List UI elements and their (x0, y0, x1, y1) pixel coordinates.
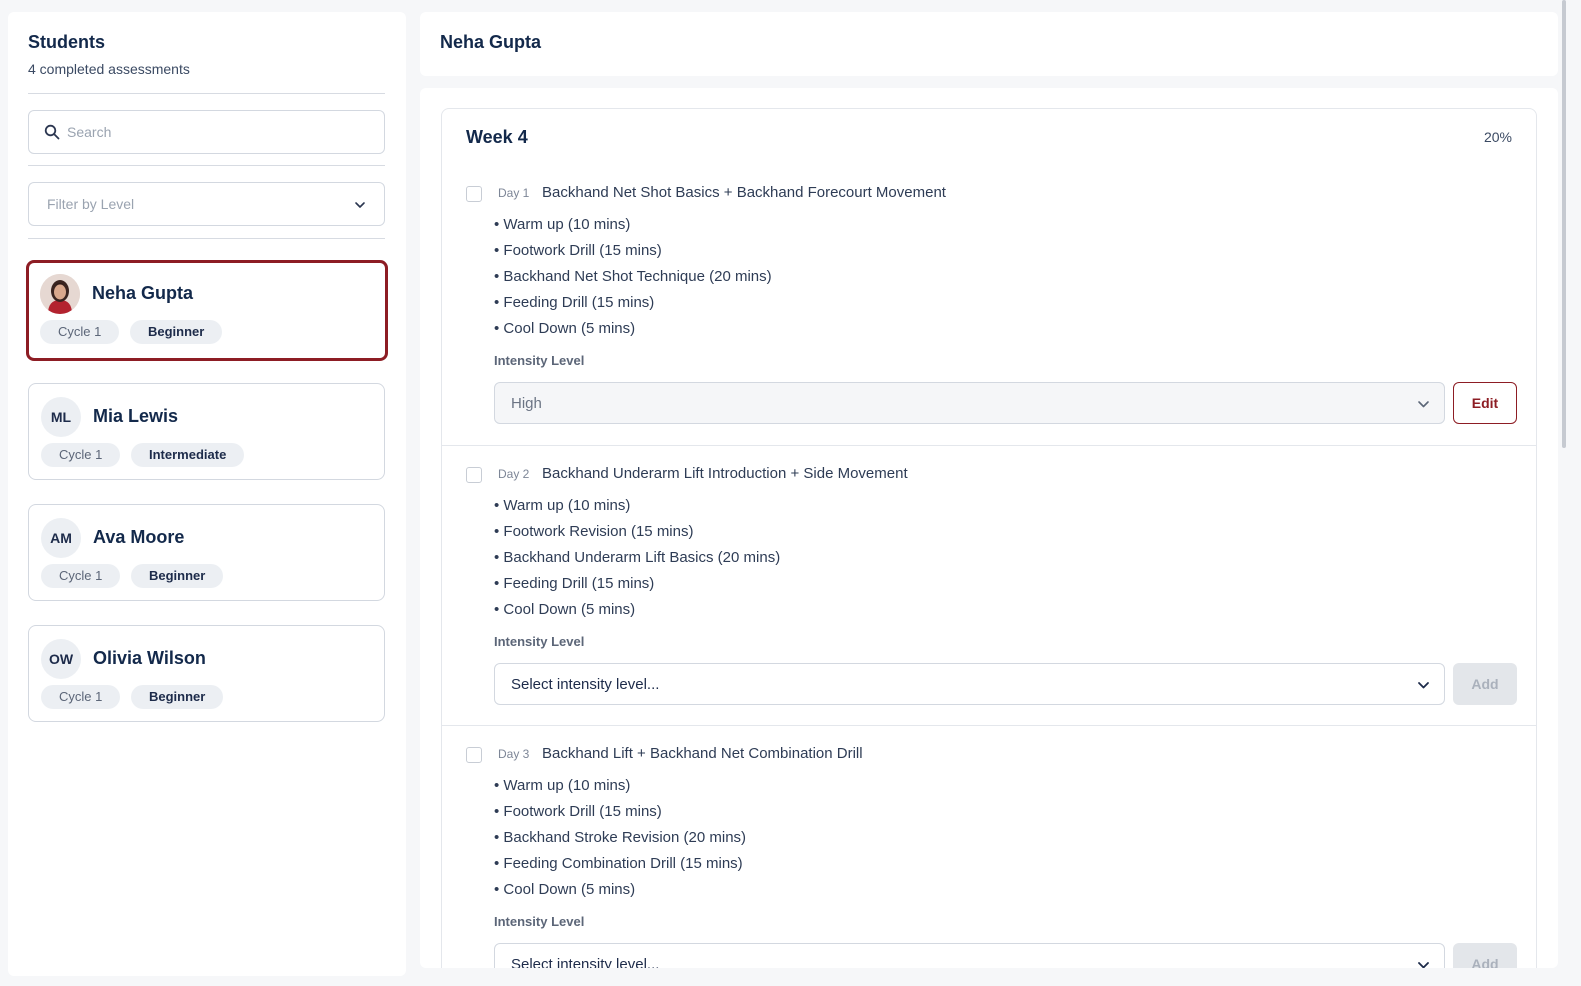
avatar (40, 274, 80, 314)
cycle-badge: Cycle 1 (41, 443, 121, 467)
avatar: AM (41, 518, 81, 558)
student-card-mia-lewis[interactable]: ML Mia Lewis Cycle 1 Intermediate (28, 383, 385, 480)
avatar: OW (41, 639, 81, 679)
page-header: Neha Gupta (420, 12, 1558, 76)
day-block-2: Day 2 Backhand Underarm Lift Introductio… (442, 445, 1536, 725)
week-card: Week 4 20% Day 1 Backhand Net Shot Basic… (441, 108, 1537, 968)
intensity-label: Intensity Level (494, 914, 585, 929)
activity-item: Footwork Revision (15 mins) (494, 522, 780, 548)
intensity-select[interactable]: High (494, 382, 1445, 424)
scrollbar-thumb[interactable] (1562, 0, 1566, 448)
day-complete-checkbox[interactable] (466, 186, 482, 202)
activity-item: Backhand Stroke Revision (20 mins) (494, 828, 746, 854)
chevron-down-icon (1418, 682, 1429, 689)
level-badge: Beginner (130, 320, 223, 344)
chevron-down-icon (355, 202, 365, 208)
add-intensity-button[interactable]: Add (1453, 663, 1517, 705)
sidebar-subtitle: 4 completed assessments (28, 61, 190, 77)
cycle-badge: Cycle 1 (41, 564, 121, 588)
intensity-value: Select intensity level... (511, 676, 660, 693)
activity-list: Warm up (10 mins) Footwork Revision (15 … (494, 496, 780, 626)
day-title: Backhand Net Shot Basics + Backhand Fore… (542, 184, 946, 201)
day-number: Day 2 (498, 467, 530, 481)
level-badge: Beginner (131, 685, 224, 709)
add-intensity-button[interactable]: Add (1453, 943, 1517, 968)
day-complete-checkbox[interactable] (466, 747, 482, 763)
activity-item: Backhand Net Shot Technique (20 mins) (494, 267, 771, 293)
search-box[interactable] (28, 110, 385, 154)
divider (28, 93, 385, 94)
chevron-down-icon (1418, 401, 1429, 408)
day-number: Day 3 (498, 747, 530, 761)
day-block-3: Day 3 Backhand Lift + Backhand Net Combi… (442, 725, 1536, 968)
intensity-label: Intensity Level (494, 634, 585, 649)
intensity-value: Select intensity level... (511, 956, 660, 968)
level-badge: Intermediate (131, 443, 245, 467)
search-icon (44, 124, 60, 140)
edit-intensity-button[interactable]: Edit (1453, 382, 1517, 424)
activity-item: Footwork Drill (15 mins) (494, 241, 772, 267)
students-sidebar: Students 4 completed assessments Filter … (8, 12, 406, 976)
week-progress: 20% (1483, 129, 1512, 145)
activity-item: Feeding Drill (15 mins) (494, 293, 772, 319)
student-name: Ava Moore (93, 527, 185, 547)
activity-item: Warm up (10 mins) (494, 496, 780, 522)
activity-item: Backhand Underarm Lift Basics (20 mins) (494, 548, 780, 574)
divider (28, 238, 385, 239)
avatar: ML (41, 397, 81, 437)
chevron-down-icon (1418, 962, 1429, 968)
day-number: Day 1 (498, 186, 530, 200)
activity-item: Warm up (10 mins) (494, 215, 772, 241)
student-card-olivia-wilson[interactable]: OW Olivia Wilson Cycle 1 Beginner (28, 625, 385, 722)
activity-list: Warm up (10 mins) Footwork Drill (15 min… (494, 215, 772, 345)
day-title: Backhand Underarm Lift Introduction + Si… (542, 465, 908, 482)
student-card-neha-gupta[interactable]: Neha Gupta Cycle 1 Beginner (26, 260, 388, 361)
search-input[interactable] (67, 121, 367, 143)
student-name: Mia Lewis (93, 406, 179, 426)
day-complete-checkbox[interactable] (466, 467, 482, 483)
student-name: Neha Gupta (92, 283, 194, 303)
day-block-1: Day 1 Backhand Net Shot Basics + Backhan… (442, 165, 1536, 445)
cycle-badge: Cycle 1 (41, 685, 121, 709)
training-plan-panel: Week 4 20% Day 1 Backhand Net Shot Basic… (420, 88, 1558, 968)
activity-item: Feeding Combination Drill (15 mins) (494, 854, 746, 880)
activity-item: Cool Down (5 mins) (494, 319, 772, 345)
activity-item: Feeding Drill (15 mins) (494, 574, 780, 600)
sidebar-title: Students (28, 32, 106, 52)
intensity-value: High (511, 395, 542, 412)
day-title: Backhand Lift + Backhand Net Combination… (542, 745, 863, 762)
page-title: Neha Gupta (440, 32, 542, 52)
activity-item: Warm up (10 mins) (494, 776, 746, 802)
student-name: Olivia Wilson (93, 648, 206, 668)
activity-item: Footwork Drill (15 mins) (494, 802, 746, 828)
student-card-ava-moore[interactable]: AM Ava Moore Cycle 1 Beginner (28, 504, 385, 601)
activity-item: Cool Down (5 mins) (494, 880, 746, 906)
divider (28, 165, 385, 166)
student-photo (40, 274, 80, 314)
week-title: Week 4 (466, 127, 528, 147)
intensity-select[interactable]: Select intensity level... (494, 943, 1445, 968)
intensity-select[interactable]: Select intensity level... (494, 663, 1445, 705)
activity-list: Warm up (10 mins) Footwork Drill (15 min… (494, 776, 746, 906)
cycle-badge: Cycle 1 (40, 320, 120, 344)
level-filter-select[interactable]: Filter by Level (28, 182, 385, 226)
intensity-label: Intensity Level (494, 353, 585, 368)
level-badge: Beginner (131, 564, 224, 588)
activity-item: Cool Down (5 mins) (494, 600, 780, 626)
level-filter-placeholder: Filter by Level (47, 196, 135, 212)
